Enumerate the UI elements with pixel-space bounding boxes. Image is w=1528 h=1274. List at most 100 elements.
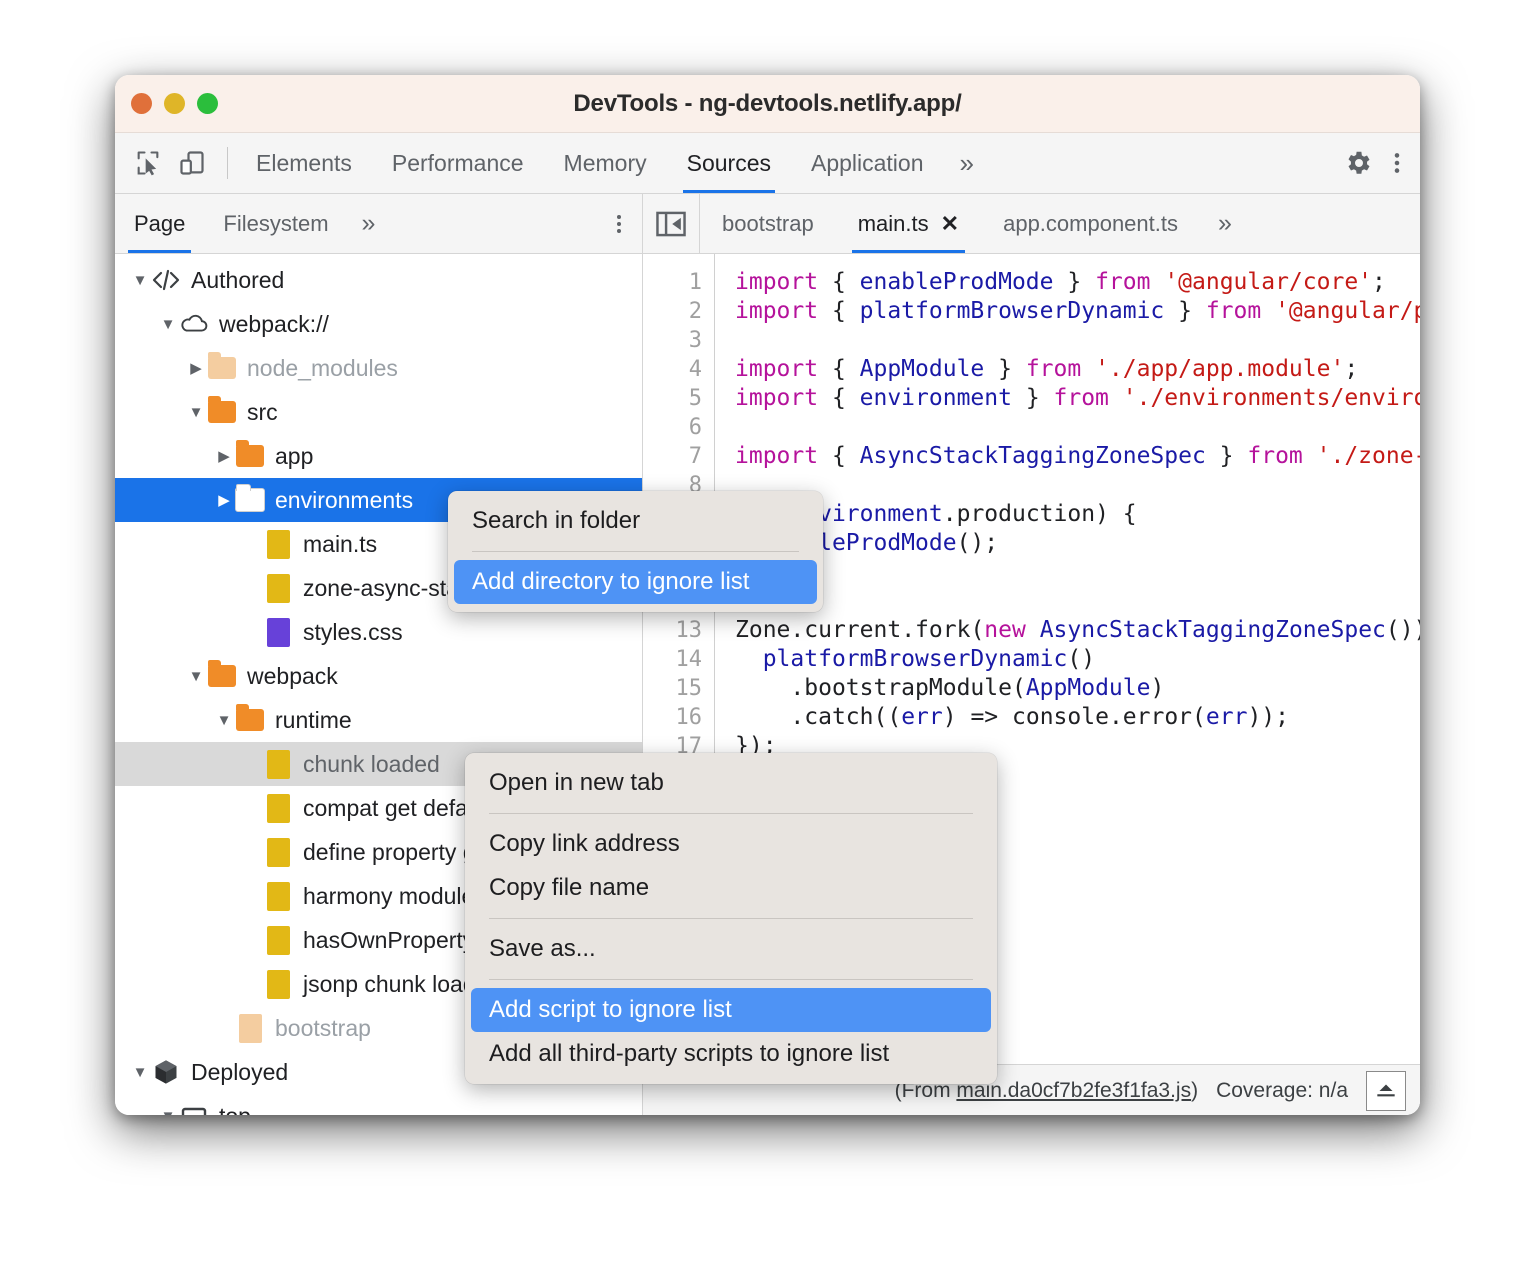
tab-performance-label: Performance [392,150,524,177]
menu-item-save-as[interactable]: Save as... [471,927,991,971]
tree-item-top[interactable]: ▼ top [115,1094,642,1115]
panel-tab-list: Elements Performance Memory Sources Appl… [236,133,990,193]
navigator-more-options-icon[interactable] [596,194,642,253]
editor-tab-bootstrap[interactable]: bootstrap [700,194,836,253]
code-line: import { platformBrowserDynamic } from '… [735,297,1420,326]
tree-item-authored[interactable]: ▼ Authored [115,258,642,302]
chevron-down-icon[interactable]: ▼ [157,317,179,332]
line-number: 3 [643,326,702,355]
chevron-down-icon[interactable]: ▼ [185,405,207,420]
tree-item-label: src [247,399,278,426]
code-line [735,326,1420,355]
navigator-tab-page-label: Page [134,211,185,237]
tab-application[interactable]: Application [791,133,944,193]
code-line [735,471,1420,500]
code-line: import { AsyncStackTaggingZoneSpec } fro… [735,442,1420,471]
inspect-cursor-icon[interactable] [131,146,165,180]
frame-icon [179,1101,209,1115]
tree-item-label: styles.css [303,619,403,646]
tab-elements[interactable]: Elements [236,133,372,193]
tree-item-src[interactable]: ▼ src [115,390,642,434]
editor-tab-app-component-ts[interactable]: app.component.ts [981,194,1200,253]
device-toolbar-icon[interactable] [175,146,209,180]
show-drawer-icon[interactable] [1366,1071,1406,1111]
menu-item-copy-link-address[interactable]: Copy link address [471,822,991,866]
code-line: Zone.current.fork(new AsyncStackTaggingZ… [735,616,1420,645]
tab-application-label: Application [811,150,924,177]
zoom-window-button[interactable] [197,93,218,114]
menu-item-open-in-new-tab[interactable]: Open in new tab [471,761,991,805]
tree-item-label: node_modules [247,355,398,382]
menu-item-add-script-to-ignore-list[interactable]: Add script to ignore list [471,988,991,1032]
close-window-button[interactable] [131,93,152,114]
tab-performance[interactable]: Performance [372,133,544,193]
vertical-dots-icon[interactable] [1380,146,1414,180]
menu-separator [489,979,973,980]
editor-tab-overflow-glyph: » [1218,209,1232,238]
line-number: 13 [643,616,702,645]
file-js-icon [263,749,293,779]
tree-item-label: Authored [191,267,284,294]
editor-tab-overflow-chevron-icon[interactable]: » [1200,194,1250,253]
code-line [735,587,1420,616]
file-js-icon [263,881,293,911]
menu-item-copy-file-name[interactable]: Copy file name [471,866,991,910]
cube-icon [151,1057,181,1087]
toolbar-right-icons [1317,133,1420,193]
tree-item-app[interactable]: ▶app [115,434,642,478]
chevron-down-icon[interactable]: ▼ [157,1109,179,1116]
navigator-tab-page[interactable]: Page [115,194,204,253]
folder-icon [207,661,237,691]
tab-sources[interactable]: Sources [667,133,791,193]
chevron-down-icon[interactable]: ▼ [129,273,151,288]
chevron-right-icon[interactable]: ▶ [213,493,235,508]
gear-icon[interactable] [1342,146,1376,180]
navigator-tab-filesystem[interactable]: Filesystem [204,194,347,253]
menu-separator [472,551,799,552]
navigator-overflow-chevron-icon[interactable]: » [348,194,390,253]
menu-item-search-in-folder[interactable]: Search in folder [454,499,817,543]
panel-overflow-glyph: » [960,148,974,179]
devtools-window: DevTools - ng-devtools.netlify.app/ [115,75,1420,1115]
editor-tab-main-ts[interactable]: main.ts ✕ [836,194,981,253]
context-menu-folder[interactable]: Search in folder Add directory to ignore… [448,491,823,612]
file-js-icon [263,837,293,867]
context-menu-file[interactable]: Open in new tab Copy link address Copy f… [465,753,997,1084]
tree-item-label: bootstrap [275,1015,371,1042]
devtools-toolbar: Elements Performance Memory Sources Appl… [115,133,1420,194]
tree-item-label: top [219,1103,251,1116]
menu-item-add-all-third-party-scripts-to-ignore-list[interactable]: Add all third-party scripts to ignore li… [471,1032,991,1076]
panel-overflow-chevron-icon[interactable]: » [944,133,990,193]
editor-tab-bootstrap-label: bootstrap [722,211,814,237]
editor-tab-app-component-ts-label: app.component.ts [1003,211,1178,237]
minimize-window-button[interactable] [164,93,185,114]
close-tab-icon[interactable]: ✕ [941,211,959,237]
tree-item-styles-css[interactable]: styles.css [115,610,642,654]
chevron-right-icon[interactable]: ▶ [185,361,207,376]
window-controls [131,93,218,114]
tree-item-webpack[interactable]: ▼webpack:// [115,302,642,346]
tree-item-label: Deployed [191,1059,288,1086]
tree-item-runtime[interactable]: ▼ runtime [115,698,642,742]
window-title: DevTools - ng-devtools.netlify.app/ [115,90,1420,118]
chevron-down-icon[interactable]: ▼ [185,669,207,684]
file-js-icon [263,793,293,823]
menu-item-add-directory-to-ignore-list[interactable]: Add directory to ignore list [454,560,817,604]
toolbar-divider [227,147,228,179]
navigator-tab-spacer [389,194,596,253]
code-line: import { AppModule } from './app/app.mod… [735,355,1420,384]
chevron-down-icon[interactable]: ▼ [213,713,235,728]
tree-item-label: runtime [275,707,352,734]
file-pale-icon [235,1013,265,1043]
line-number: 5 [643,384,702,413]
tree-item-node-modules[interactable]: ▶ node_modules [115,346,642,390]
chevron-down-icon[interactable]: ▼ [129,1065,151,1080]
code-brackets-icon [151,265,181,295]
tab-memory[interactable]: Memory [544,133,667,193]
chevron-right-icon[interactable]: ▶ [213,449,235,464]
menu-separator [489,918,973,919]
tree-item-webpack[interactable]: ▼webpack [115,654,642,698]
cloud-icon [179,309,209,339]
collapse-sidebar-icon[interactable] [643,194,700,253]
menu-separator [489,813,973,814]
